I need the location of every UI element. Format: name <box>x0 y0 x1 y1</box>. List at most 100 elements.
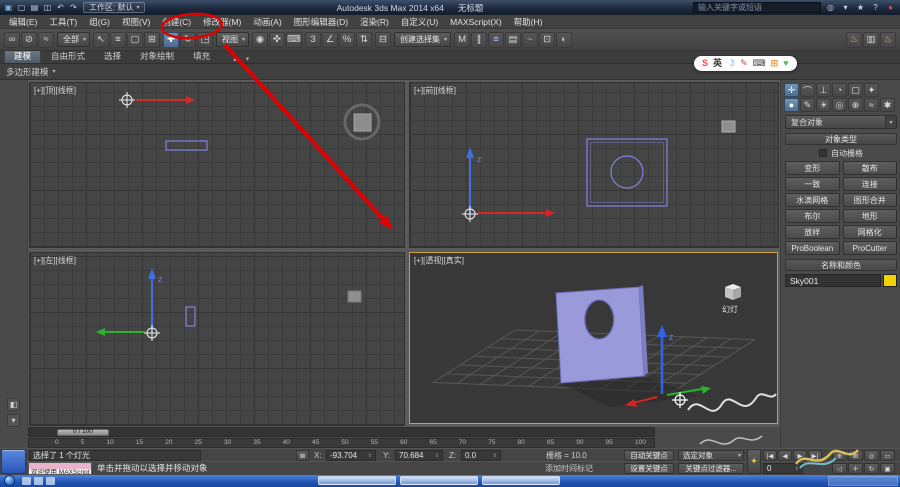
viewport-left[interactable]: [+][左][线框] <box>29 252 405 426</box>
viewport-perspective[interactable]: [+][透视][真实] <box>409 252 778 424</box>
taskbar-window-button[interactable] <box>482 476 560 485</box>
track-bar[interactable]: 0510152025303540455055606570758085909510… <box>28 438 655 448</box>
select-and-scale-icon[interactable]: ◳ <box>197 32 213 48</box>
zoom-all-icon[interactable]: ⊞ <box>848 450 863 461</box>
viewport-label-menu[interactable]: [+][左][线框] <box>34 255 76 266</box>
ribbon-toggle-icon[interactable]: ▤ <box>505 32 521 48</box>
named-selection-sets-dropdown[interactable]: 创建选择集▾ <box>394 32 451 47</box>
selected-filter-dropdown[interactable]: 选定对象 ▾ <box>678 450 744 461</box>
object-category-dropdown[interactable]: 复合对象 ▾ <box>785 115 897 129</box>
render-production-icon[interactable]: ♨ <box>880 32 896 48</box>
new-scene-icon[interactable]: ▢ <box>16 2 27 13</box>
ribbon-config-icon[interactable]: ▾ <box>243 55 253 63</box>
mirror-icon[interactable]: M <box>454 32 470 48</box>
align-icon[interactable]: ∥ <box>471 32 487 48</box>
maxscript-mini-listener[interactable]: 欢迎使用 MAXScript <box>28 462 92 475</box>
redo-icon[interactable]: ↷ <box>68 2 79 13</box>
unlink-selection-icon[interactable]: ⊘ <box>21 32 37 48</box>
curve-editor-icon[interactable]: ~ <box>522 32 538 48</box>
angle-snap-icon[interactable]: ∠ <box>322 32 338 48</box>
viewport-front[interactable]: [+][前][线框] <box>409 82 779 248</box>
workspace-switcher[interactable]: 工作区: 默认 ▾ <box>83 2 145 13</box>
infocenter-search-input[interactable] <box>693 2 821 13</box>
layer-manager-icon[interactable]: ≡ <box>488 32 504 48</box>
select-and-link-icon[interactable]: ∞ <box>4 32 20 48</box>
reference-coordinate-dropdown[interactable]: 视图▾ <box>216 32 249 47</box>
auto-key-button[interactable]: 自动关键点 <box>624 450 674 461</box>
viewport-label-menu[interactable]: [+][顶][线框] <box>34 85 76 96</box>
rendered-frame-icon[interactable]: ▥ <box>863 32 879 48</box>
snaps-toggle-icon[interactable]: 3 <box>305 32 321 48</box>
spacewarps-category-icon[interactable]: ≈ <box>864 98 879 112</box>
menu-item[interactable]: 编辑(E) <box>4 15 42 29</box>
z-coordinate-field[interactable]: 0.0⇕ <box>461 450 501 461</box>
layout-arrow-icon[interactable]: ▾ <box>7 414 20 427</box>
lang-toggle[interactable]: 英 <box>713 59 722 68</box>
object-type-button[interactable]: 水滴网格 <box>785 193 840 207</box>
menu-item[interactable]: 帮助(H) <box>509 15 548 29</box>
orbit-icon[interactable]: ↻ <box>864 463 879 474</box>
prev-frame-button[interactable]: ◀ <box>778 450 792 461</box>
viewport-label-menu[interactable]: [+][前][线框] <box>414 85 456 96</box>
hierarchy-tab-icon[interactable]: ⊥ <box>816 83 831 97</box>
ribbon-tab[interactable]: 选择 <box>95 49 130 63</box>
lights-category-icon[interactable]: ☀ <box>816 98 831 112</box>
app-logo-icon[interactable]: ▣ <box>3 2 14 13</box>
cameras-category-icon[interactable]: ◎ <box>832 98 847 112</box>
start-button[interactable] <box>4 475 15 486</box>
object-type-button[interactable]: 变形 <box>785 161 840 175</box>
taskbar-window-button[interactable] <box>400 476 478 485</box>
spinner-snap-icon[interactable]: ⇅ <box>356 32 372 48</box>
x-coordinate-field[interactable]: -93.704⇕ <box>326 450 376 461</box>
handwrite-icon[interactable]: ✎ <box>740 59 748 68</box>
use-pivot-center-icon[interactable]: ◉ <box>252 32 268 48</box>
search-caret-icon[interactable]: ▾ <box>840 2 851 13</box>
menu-item[interactable]: 组(G) <box>84 15 115 29</box>
spinner-icon[interactable]: ⇕ <box>795 466 799 472</box>
menu-item[interactable]: 图形编辑器(D) <box>289 15 353 29</box>
help-icon[interactable]: ? <box>870 2 881 13</box>
bind-to-space-warp-icon[interactable]: ≈ <box>38 32 54 48</box>
play-button[interactable]: ▶ <box>793 450 807 461</box>
autogrid-checkbox[interactable] <box>819 149 827 157</box>
keyboard-override-icon[interactable]: ⌨ <box>286 32 302 48</box>
menu-item[interactable]: 工具(T) <box>44 15 82 29</box>
zoom-region-icon[interactable]: ▭ <box>880 450 895 461</box>
object-type-button[interactable]: 放样 <box>785 225 840 239</box>
display-tab-icon[interactable]: ▢ <box>848 83 863 97</box>
named-selection-sets-icon[interactable]: ⊟ <box>375 32 391 48</box>
y-coordinate-field[interactable]: 70.684⇕ <box>395 450 443 461</box>
select-and-move-icon[interactable]: ✚ <box>163 32 179 48</box>
object-type-button[interactable]: 连接 <box>843 177 898 191</box>
zoom-extents-icon[interactable]: ◎ <box>864 450 879 461</box>
skin-icon[interactable]: ☽ <box>727 59 735 68</box>
ribbon-panel-label[interactable]: 多边形建模 <box>6 66 49 78</box>
material-editor-icon[interactable]: ◐ <box>556 32 572 48</box>
current-frame-field[interactable]: 0⇕ <box>763 463 803 474</box>
viewport-top[interactable]: [+][顶][线框] <box>29 82 405 248</box>
select-by-name-icon[interactable]: ≡ <box>110 32 126 48</box>
object-type-button[interactable]: 网格化 <box>843 225 898 239</box>
shapes-category-icon[interactable]: ✎ <box>800 98 815 112</box>
lock-selection-toggle[interactable]: ⊠ <box>296 450 309 461</box>
ribbon-tab[interactable]: 自由形式 <box>42 49 94 63</box>
select-and-manipulate-icon[interactable]: ✜ <box>269 32 285 48</box>
schematic-view-icon[interactable]: ⊡ <box>539 32 555 48</box>
object-type-button[interactable]: 布尔 <box>785 209 840 223</box>
selection-filter-dropdown[interactable]: 全部▾ <box>57 32 90 47</box>
geometry-category-icon[interactable]: ● <box>784 98 799 112</box>
ribbon-tab[interactable]: 对象绘制 <box>131 49 183 63</box>
render-setup-icon[interactable]: ♨ <box>846 32 862 48</box>
object-type-button[interactable]: ProBoolean <box>785 241 840 255</box>
motion-tab-icon[interactable]: ◔ <box>832 83 847 97</box>
spinner-icon[interactable]: ⇕ <box>368 453 372 459</box>
helpers-category-icon[interactable]: ⊕ <box>848 98 863 112</box>
infocenter-ball-icon[interactable]: ● <box>885 2 896 13</box>
spinner-icon[interactable]: ⇕ <box>435 453 439 459</box>
menu-item[interactable]: 视图(V) <box>117 15 155 29</box>
menu-item[interactable]: 修改器(M) <box>198 15 246 29</box>
object-type-rollout-header[interactable]: 对象类型 <box>785 133 897 145</box>
blue-corner-button[interactable] <box>1 449 26 474</box>
object-name-field[interactable]: Sky001 <box>785 274 881 287</box>
keyboard-icon[interactable]: ⌨ <box>753 59 766 68</box>
